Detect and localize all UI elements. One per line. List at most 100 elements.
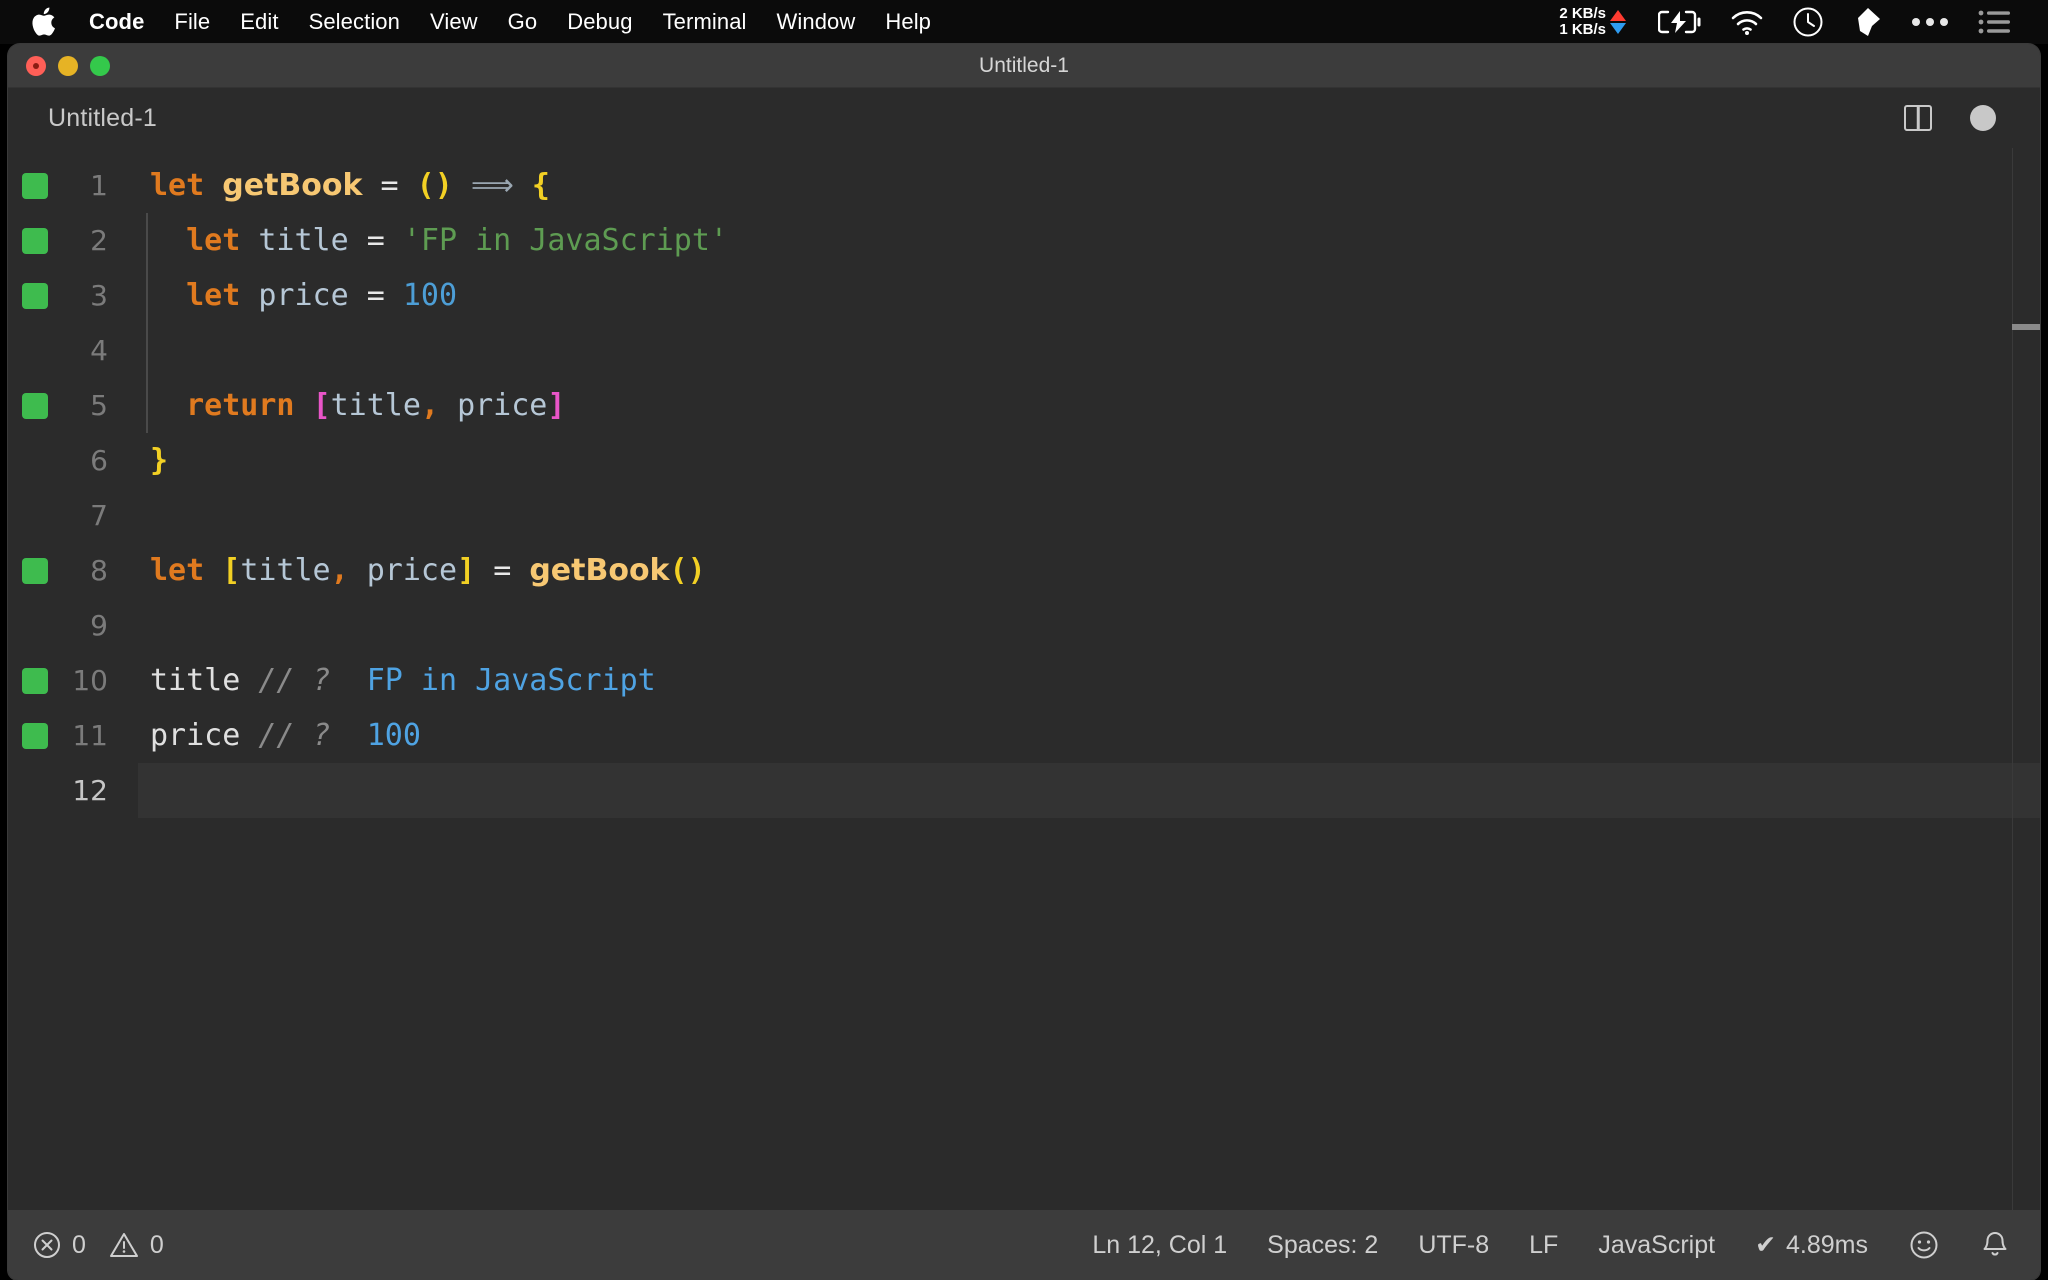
clock-icon[interactable] [1778, 0, 1838, 44]
editor-line[interactable]: 5 return [title, price] [8, 378, 2040, 433]
editor-line[interactable]: 8 let [title, price] = getBook() [8, 543, 2040, 598]
gutter-change-marker-icon [22, 722, 48, 749]
code-tokens: title // ? FP in JavaScript [138, 663, 656, 698]
editor-line[interactable]: 1 let getBook = () ⟹ { [8, 158, 2040, 213]
close-button[interactable] [26, 55, 46, 76]
menu-item-go[interactable]: Go [493, 9, 553, 35]
code-tokens: let [title, price] = getBook() [138, 553, 706, 588]
code-token: [ [312, 388, 331, 423]
code-token: title [330, 388, 421, 423]
code-line-content[interactable]: } [138, 433, 2040, 488]
status-bar-left: 0 0 [32, 1230, 164, 1260]
code-line-content[interactable]: let price = 100 [138, 268, 2040, 323]
menu-item-file[interactable]: File [159, 9, 225, 35]
language-mode[interactable]: JavaScript [1598, 1231, 1715, 1260]
code-token: let [186, 223, 241, 258]
code-token: = [366, 223, 385, 258]
ruler-cursor-mark [2012, 324, 2040, 330]
line-number: 9 [90, 609, 108, 642]
tab-untitled-1[interactable]: Untitled-1 [48, 104, 157, 133]
code-line-content[interactable] [138, 488, 2040, 543]
notifications-button[interactable] [1980, 1229, 2010, 1261]
status-bar-right: Ln 12, Col 1 Spaces: 2 UTF-8 LF JavaScri… [1092, 1229, 2040, 1261]
editor-line[interactable]: 9 [8, 598, 2040, 653]
menu-item-window[interactable]: Window [762, 9, 871, 35]
eol-setting[interactable]: LF [1529, 1231, 1558, 1260]
menu-item-help[interactable]: Help [870, 9, 946, 35]
vscode-window: Untitled-1 Untitled-1 1 let getBook = () … [8, 44, 2040, 1280]
battery-charging-icon[interactable] [1644, 0, 1716, 44]
feedback-button[interactable] [1908, 1229, 1940, 1261]
encoding-setting[interactable]: UTF-8 [1418, 1231, 1489, 1260]
editor-line[interactable]: 6} [8, 433, 2040, 488]
code-line-content[interactable]: return [title, price] [138, 378, 2040, 433]
control-center-icon[interactable] [1964, 0, 2026, 44]
network-speed-indicator[interactable]: 2 KB/s 1 KB/s [1559, 5, 1626, 38]
code-token: , [420, 388, 439, 423]
editor-line[interactable]: 3 let price = 100 [8, 268, 2040, 323]
editor-line[interactable]: 7 [8, 488, 2040, 543]
wifi-icon[interactable] [1716, 0, 1778, 44]
editor-line[interactable]: 12 [8, 763, 2040, 818]
cursor-position[interactable]: Ln 12, Col 1 [1092, 1231, 1227, 1260]
editor-overview-ruler[interactable] [2012, 148, 2040, 1210]
code-line-content[interactable]: title // ? FP in JavaScript [138, 653, 2040, 708]
menu-item-code[interactable]: Code [74, 9, 159, 35]
bell-icon [1980, 1229, 2010, 1261]
code-token: // ? [258, 663, 331, 698]
error-count: 0 [72, 1230, 86, 1259]
code-line-content[interactable]: let title = 'FP in JavaScript' [138, 213, 2040, 268]
unsaved-dot-icon[interactable] [1970, 105, 1996, 131]
code-token: 'FP in JavaScript' [402, 223, 728, 258]
apple-logo-icon[interactable] [28, 5, 62, 39]
code-line-content[interactable] [138, 598, 2040, 653]
code-line-content[interactable]: let getBook = () ⟹ { [138, 158, 2040, 213]
maximize-button[interactable] [90, 55, 110, 76]
editor-line[interactable]: 4 [8, 323, 2040, 378]
minimize-button[interactable] [58, 55, 78, 76]
quokka-status[interactable]: ✔ 4.89ms [1755, 1230, 1868, 1260]
editor-line[interactable]: 11 price // ? 100 [8, 708, 2040, 763]
menu-item-edit[interactable]: Edit [225, 9, 293, 35]
indentation-setting[interactable]: Spaces: 2 [1267, 1231, 1378, 1260]
menu-item-view[interactable]: View [415, 9, 493, 35]
code-token: } [150, 443, 169, 478]
line-number: 12 [72, 774, 108, 807]
editor-line[interactable]: 10 title // ? FP in JavaScript [8, 653, 2040, 708]
download-arrow-icon [1610, 23, 1626, 34]
editor-line[interactable]: 2 let title = 'FP in JavaScript' [8, 213, 2040, 268]
split-editor-icon[interactable] [1904, 105, 1932, 131]
gutter-change-marker-icon [22, 392, 48, 419]
menu-item-debug[interactable]: Debug [552, 9, 647, 35]
code-token: let [186, 278, 241, 313]
code-line-content[interactable] [138, 323, 2040, 378]
menu-item-selection[interactable]: Selection [294, 9, 415, 35]
code-line-content[interactable] [138, 763, 2040, 818]
code-token: // ? [258, 718, 331, 753]
code-token: = [380, 168, 399, 203]
editor-actions [1904, 105, 2040, 131]
code-line-content[interactable]: price // ? 100 [138, 708, 2040, 763]
code-editor[interactable]: 1 let getBook = () ⟹ {2 let title = 'FP i… [8, 148, 2040, 1210]
editor-lines: 1 let getBook = () ⟹ {2 let title = 'FP i… [8, 148, 2040, 818]
problems-status[interactable]: 0 0 [32, 1230, 164, 1260]
code-token: price [457, 388, 548, 423]
line-number: 7 [90, 499, 108, 532]
code-line-content[interactable]: let [title, price] = getBook() [138, 543, 2040, 598]
code-token: () [416, 168, 453, 203]
ellipsis-icon[interactable] [1896, 0, 1964, 44]
code-token: let [150, 553, 205, 588]
menu-item-terminal[interactable]: Terminal [648, 9, 762, 35]
dropbox-icon[interactable] [1838, 0, 1896, 44]
